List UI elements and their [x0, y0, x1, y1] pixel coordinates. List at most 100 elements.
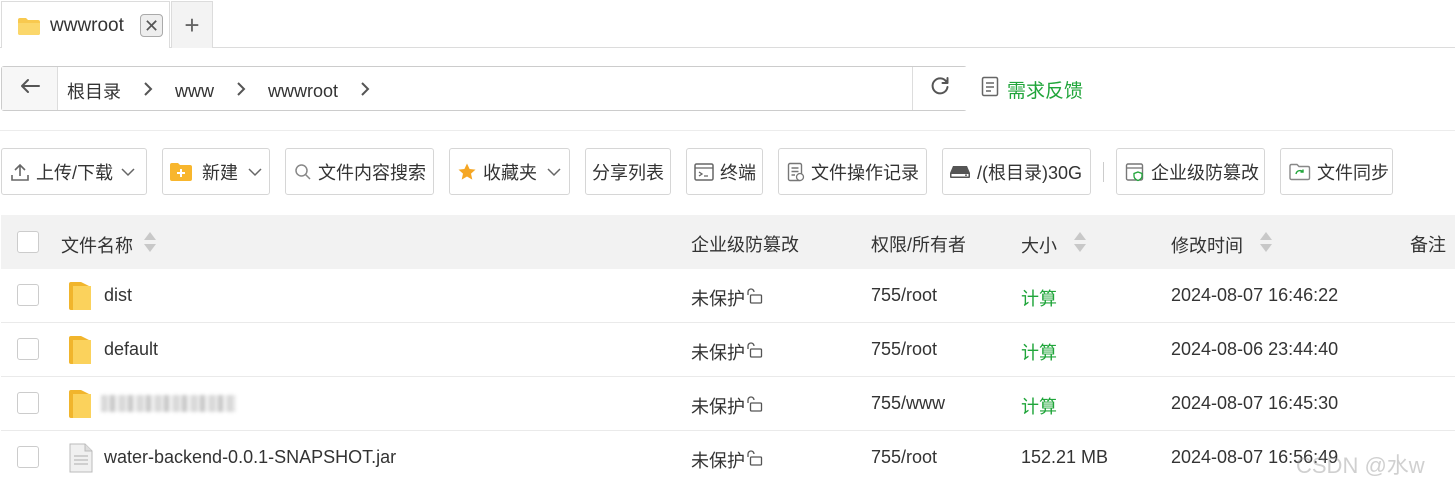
- column-name[interactable]: 文件名称: [61, 231, 157, 258]
- tamper-status-label: 未保护: [691, 343, 745, 363]
- permission[interactable]: 755/root: [871, 339, 937, 360]
- breadcrumb: 根目录 www wwwroot: [67, 78, 392, 104]
- column-mtime[interactable]: 修改时间: [1171, 231, 1273, 258]
- row-checkbox[interactable]: [17, 392, 39, 414]
- size-calculate-link[interactable]: 计算: [1021, 393, 1057, 419]
- file-sync-label: 文件同步: [1317, 162, 1389, 183]
- row-checkbox[interactable]: [17, 284, 39, 306]
- share-list-button[interactable]: 分享列表: [585, 148, 671, 195]
- breadcrumb-root[interactable]: 根目录: [67, 78, 121, 104]
- disk-label: /(根目录)30G: [977, 162, 1083, 183]
- content-search-label: 文件内容搜索: [318, 162, 426, 183]
- path-bar: 根目录 www wwwroot: [1, 66, 967, 111]
- blurred-file-name[interactable]: [101, 395, 236, 412]
- tab-bar: wwwroot ✕ +: [0, 0, 1455, 48]
- disk-button[interactable]: /(根目录)30G: [942, 148, 1091, 195]
- file-name[interactable]: water-backend-0.0.1-SNAPSHOT.jar: [104, 447, 396, 468]
- favorites-label: 收藏夹: [483, 162, 537, 183]
- star-icon: [457, 162, 477, 182]
- table-row[interactable]: default 未保护 755/root 计算 2024-08-06 23:44…: [1, 323, 1455, 377]
- sort-icon[interactable]: [1259, 231, 1273, 258]
- search-icon: [294, 163, 312, 181]
- chevron-right-icon: [143, 81, 153, 102]
- content-search-button[interactable]: 文件内容搜索: [285, 148, 434, 195]
- chevron-right-icon: [236, 81, 246, 102]
- column-tamper: 企业级防篡改: [691, 235, 799, 255]
- sort-icon[interactable]: [143, 231, 157, 258]
- column-size-label: 大小: [1021, 235, 1057, 256]
- refresh-button[interactable]: [912, 67, 967, 110]
- close-icon[interactable]: ✕: [140, 14, 163, 37]
- new-button[interactable]: 新建: [162, 148, 270, 195]
- row-checkbox[interactable]: [17, 446, 39, 468]
- divider: [0, 130, 1455, 131]
- terminal-button[interactable]: 终端: [686, 148, 763, 195]
- tamper-status[interactable]: 未保护: [691, 447, 765, 473]
- modified-time: 2024-08-06 23:44:40: [1171, 339, 1339, 359]
- chevron-down-icon: [547, 161, 561, 182]
- chevron-down-icon: [121, 161, 135, 182]
- column-permission: 权限/所有者: [871, 235, 967, 255]
- upload-label: 上传/下载: [36, 162, 114, 183]
- chevron-down-icon: [248, 161, 262, 182]
- table-row[interactable]: dist 未保护 755/root 计算 2024-08-07 16:46:22: [1, 269, 1455, 323]
- tamper-protection-label: 企业级防篡改: [1151, 162, 1259, 183]
- column-name-label: 文件名称: [61, 235, 133, 256]
- watermark: CSDN @水w: [1296, 453, 1425, 478]
- tamper-status[interactable]: 未保护: [691, 285, 765, 311]
- tamper-status[interactable]: 未保护: [691, 393, 765, 419]
- new-folder-icon: [169, 162, 193, 182]
- folder-icon: [17, 17, 41, 41]
- size-calculate-link[interactable]: 计算: [1021, 339, 1057, 365]
- permission[interactable]: 755/www: [871, 393, 945, 414]
- disk-icon: [949, 165, 971, 179]
- folder-icon: [67, 388, 93, 425]
- tamper-status[interactable]: 未保护: [691, 339, 765, 365]
- table-header: 文件名称 企业级防篡改 权限/所有者 大小 修改时间 备注: [1, 215, 1455, 269]
- file-sync-button[interactable]: 文件同步: [1280, 148, 1393, 195]
- tab-label: wwwroot: [50, 15, 124, 36]
- share-list-label: 分享列表: [592, 162, 664, 183]
- permission[interactable]: 755/root: [871, 285, 937, 306]
- feedback-label: 需求反馈: [1007, 81, 1084, 102]
- file-icon: [69, 443, 93, 478]
- feedback-link[interactable]: 需求反馈: [981, 76, 1083, 103]
- permission[interactable]: 755/root: [871, 447, 937, 468]
- table-row[interactable]: 未保护 755/www 计算 2024-08-07 16:45:30: [1, 377, 1455, 431]
- breadcrumb-wwwroot[interactable]: wwwroot: [268, 81, 338, 102]
- chevron-right-icon: [360, 81, 370, 102]
- upload-download-button[interactable]: 上传/下载: [1, 148, 147, 195]
- tamper-status-label: 未保护: [691, 451, 745, 471]
- select-all-checkbox[interactable]: [17, 231, 39, 253]
- terminal-icon: [694, 162, 714, 181]
- toolbar-separator: [1103, 162, 1104, 182]
- row-checkbox[interactable]: [17, 338, 39, 360]
- file-size: 152.21 MB: [1021, 447, 1109, 467]
- arrow-left-icon: [20, 78, 40, 99]
- tamper-protection-button[interactable]: 企业级防篡改: [1116, 148, 1265, 195]
- back-button[interactable]: [2, 67, 58, 110]
- sync-icon: [1289, 163, 1311, 181]
- document-edit-icon: [981, 76, 1007, 103]
- sort-icon[interactable]: [1073, 231, 1087, 258]
- tab-wwwroot[interactable]: wwwroot ✕: [1, 1, 170, 48]
- file-name[interactable]: default: [104, 339, 158, 360]
- tamper-status-label: 未保护: [691, 289, 745, 309]
- modified-time: 2024-08-07 16:45:30: [1171, 393, 1339, 413]
- file-name[interactable]: dist: [104, 285, 132, 306]
- modified-time: 2024-08-07 16:46:22: [1171, 285, 1339, 305]
- lock-open-icon: [745, 449, 765, 472]
- folder-icon: [67, 280, 93, 317]
- column-note: 备注: [1410, 235, 1446, 255]
- column-mtime-label: 修改时间: [1171, 235, 1243, 256]
- breadcrumb-www[interactable]: www: [175, 81, 214, 102]
- operation-log-button[interactable]: 文件操作记录: [778, 148, 927, 195]
- log-icon: [787, 162, 805, 182]
- new-label: 新建: [202, 162, 238, 183]
- favorites-button[interactable]: 收藏夹: [449, 148, 570, 195]
- column-size[interactable]: 大小: [1021, 231, 1087, 258]
- size-calculate-link[interactable]: 计算: [1021, 285, 1057, 311]
- operation-log-label: 文件操作记录: [811, 162, 919, 183]
- table-row[interactable]: water-backend-0.0.1-SNAPSHOT.jar 未保护 755…: [1, 431, 1455, 485]
- plus-icon[interactable]: +: [171, 1, 213, 48]
